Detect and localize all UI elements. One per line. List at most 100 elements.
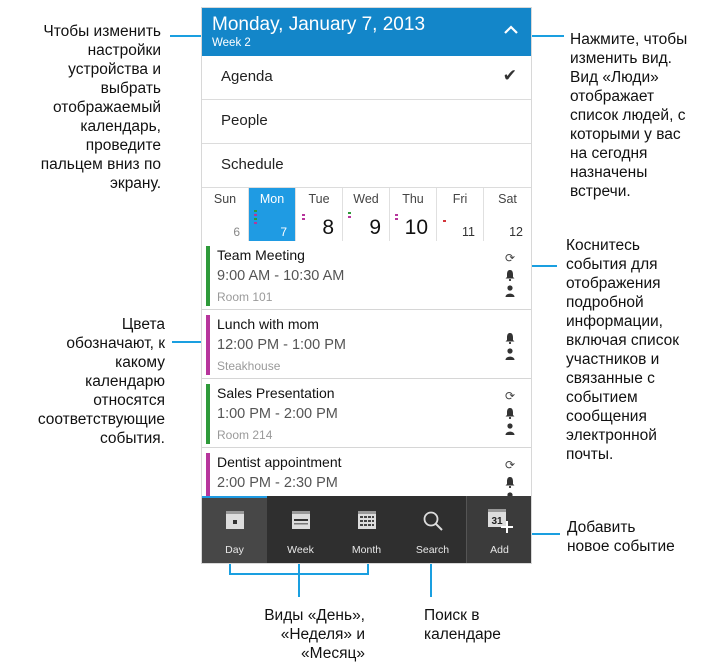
month-view-label: Month: [351, 544, 382, 556]
day-view-icon: [225, 510, 245, 535]
event-title: Lunch with mom: [217, 316, 319, 332]
calendar-header[interactable]: Monday, January 7, 2013 Week 2: [202, 8, 531, 56]
add-calendar-icon: 31: [487, 508, 513, 539]
search-label: Search: [415, 544, 450, 556]
day-name: Mon: [259, 192, 285, 206]
day-name: Fri: [452, 192, 468, 206]
person-icon: [503, 285, 517, 300]
event-marker: [348, 216, 351, 218]
event-title: Dentist appointment: [217, 454, 342, 470]
event-marker: [254, 222, 257, 224]
callout-search-line: [430, 564, 432, 597]
callout-event: Коснитесь события для отображения подроб…: [566, 237, 680, 463]
event-marker: [254, 218, 257, 220]
event-location: Steakhouse: [217, 359, 281, 373]
event-marker: [395, 214, 398, 216]
day-mon[interactable]: Mon 7: [249, 188, 296, 241]
event-marker: [254, 210, 257, 212]
search-icon: [422, 510, 444, 537]
event-color-bar: [206, 384, 210, 444]
event-item[interactable]: Dentist appointment 2:00 PM - 2:30 PM ⟳: [202, 448, 531, 496]
event-title: Sales Presentation: [217, 385, 335, 401]
day-number: 8: [322, 216, 334, 239]
day-name: Sat: [498, 192, 517, 206]
bell-icon: [503, 269, 517, 284]
day-tue[interactable]: Tue 8: [296, 188, 343, 241]
event-color-bar: [206, 315, 210, 375]
view-option-people[interactable]: People: [202, 100, 531, 144]
day-number: 7: [280, 225, 287, 239]
callout-colors: Цвета обозначают, к какому календарю отн…: [37, 316, 165, 447]
callout-view: Нажмите, чтобы изменить вид. Вид «Люди» …: [570, 31, 688, 200]
header-week: Week 2: [212, 37, 251, 49]
week-view-label: Week: [287, 544, 314, 556]
person-icon: [503, 348, 517, 363]
event-item[interactable]: Team Meeting 9:00 AM - 10:30 AM Room 101…: [202, 241, 531, 310]
callout-views: Виды «День», «Неделя» и «Месяц»: [264, 607, 365, 662]
day-view-button[interactable]: Day: [202, 496, 267, 563]
search-button[interactable]: Search: [400, 496, 465, 563]
add-event-button[interactable]: 31 Add: [466, 496, 531, 563]
event-marker: [302, 214, 305, 216]
calendar-app-screen: Monday, January 7, 2013 Week 2 Agenda ✔ …: [202, 8, 531, 563]
day-name: Tue: [308, 192, 330, 206]
bell-icon: [503, 407, 517, 422]
view-option-schedule[interactable]: Schedule: [202, 144, 531, 188]
week-strip: Sun 6 Mon 7 Tue 8 Wed 9 Thu 10 Fri 11 Sa…: [202, 188, 531, 242]
event-marker: [302, 218, 305, 220]
month-view-icon: [357, 510, 377, 535]
callout-settings-line: [170, 35, 202, 37]
recurring-icon: ⟳: [504, 389, 516, 403]
header-date: Monday, January 7, 2013: [212, 14, 426, 35]
day-number: 10: [404, 216, 428, 239]
event-time: 2:00 PM - 2:30 PM: [217, 475, 338, 491]
chevron-up-icon[interactable]: [504, 22, 518, 39]
callout-view-line: [532, 35, 564, 37]
day-sun[interactable]: Sun 6: [202, 188, 249, 241]
view-option-label: Schedule: [221, 156, 284, 173]
bell-icon: [503, 332, 517, 347]
add-icon-number: 31: [491, 516, 503, 527]
views-bracket-tick-left: [229, 564, 231, 575]
view-option-label: Agenda: [221, 68, 273, 85]
day-name: Thu: [402, 192, 424, 206]
event-location: Room 101: [217, 290, 273, 304]
callout-colors-line: [172, 341, 205, 343]
day-number: 9: [369, 216, 381, 239]
week-view-button[interactable]: Week: [268, 496, 333, 563]
view-option-label: People: [221, 112, 268, 129]
event-color-bar: [206, 246, 210, 306]
recurring-icon: ⟳: [504, 458, 516, 472]
day-sat[interactable]: Sat 12: [484, 188, 531, 241]
callout-search: Поиск в календаре: [424, 607, 501, 643]
day-wed[interactable]: Wed 9: [343, 188, 390, 241]
event-marker: [348, 212, 351, 214]
event-color-bar: [206, 453, 210, 496]
day-number: 12: [509, 225, 523, 239]
add-label: Add: [490, 544, 509, 556]
agenda-list: Team Meeting 9:00 AM - 10:30 AM Room 101…: [202, 241, 531, 496]
event-time: 1:00 PM - 2:00 PM: [217, 406, 338, 422]
event-location: Room 214: [217, 428, 273, 442]
day-number: 11: [462, 225, 475, 239]
view-option-agenda[interactable]: Agenda ✔: [202, 56, 531, 100]
month-view-button[interactable]: Month: [334, 496, 399, 563]
event-item[interactable]: Sales Presentation 1:00 PM - 2:00 PM Roo…: [202, 379, 531, 448]
callout-settings: Чтобы изменить настройки устройства и вы…: [40, 23, 161, 192]
views-bracket-tick-right: [367, 564, 369, 575]
day-thu[interactable]: Thu 10: [390, 188, 437, 241]
views-bracket-tick-mid: [298, 564, 300, 597]
day-number: 6: [233, 225, 240, 239]
day-name: Wed: [353, 192, 379, 206]
checkmark-icon: ✔: [502, 66, 517, 85]
event-marker: [395, 218, 398, 220]
day-fri[interactable]: Fri 11: [437, 188, 484, 241]
recurring-icon: ⟳: [504, 251, 516, 265]
day-view-label: Day: [225, 544, 244, 556]
person-icon: [503, 423, 517, 438]
event-marker: [443, 220, 446, 222]
event-item[interactable]: Lunch with mom 12:00 PM - 1:00 PM Steakh…: [202, 310, 531, 379]
bell-icon: [503, 476, 517, 491]
week-view-icon: [291, 510, 311, 535]
event-time: 12:00 PM - 1:00 PM: [217, 337, 346, 353]
